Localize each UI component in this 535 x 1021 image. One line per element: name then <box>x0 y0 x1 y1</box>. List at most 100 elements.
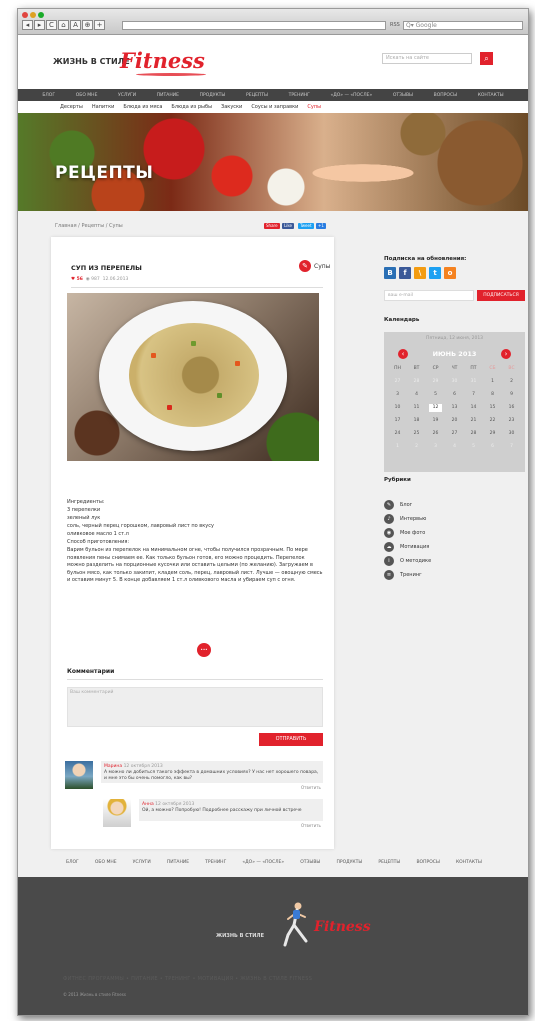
close-window-button[interactable] <box>22 12 28 18</box>
footer-logo-brand[interactable]: Fitness <box>314 919 371 935</box>
calendar-day[interactable]: 5 <box>464 443 483 451</box>
calendar-day[interactable]: 28 <box>464 430 483 438</box>
calendar-day[interactable]: 1 <box>483 378 502 386</box>
avatar[interactable] <box>65 761 93 789</box>
odnoklassniki-icon[interactable]: o <box>444 267 456 279</box>
main-nav-item[interactable]: ПРОДУКТЫ <box>200 93 226 98</box>
calendar-day[interactable]: 31 <box>464 378 483 386</box>
calendar-day[interactable]: 14 <box>464 404 483 412</box>
rubric-item[interactable]: ♪ Интервью <box>384 513 426 525</box>
calendar-day[interactable]: 22 <box>483 417 502 425</box>
footer-nav-item[interactable]: ВОПРОСЫ <box>416 860 439 865</box>
minimize-window-button[interactable] <box>30 12 36 18</box>
rss-icon[interactable]: \ <box>414 267 426 279</box>
rss-badge[interactable]: RSS <box>390 22 400 28</box>
calendar-day[interactable]: 4 <box>407 391 426 399</box>
calendar-day[interactable]: 1 <box>388 443 407 451</box>
avatar[interactable] <box>103 799 131 827</box>
address-bar[interactable] <box>122 21 386 30</box>
calendar-day[interactable]: 5 <box>426 391 445 399</box>
calendar-day[interactable]: 18 <box>407 417 426 425</box>
calendar-day[interactable]: 10 <box>388 404 407 412</box>
reload-button[interactable]: C <box>46 20 57 30</box>
search-button[interactable]: ⌕ <box>480 52 493 65</box>
calendar-day[interactable]: 11 <box>407 404 426 412</box>
twitter-icon[interactable]: t <box>429 267 441 279</box>
sub-nav-item[interactable]: Закуски <box>221 104 242 110</box>
calendar-day[interactable]: 27 <box>445 430 464 438</box>
footer-nav-item[interactable]: УСЛУГИ <box>133 860 151 865</box>
calendar-day[interactable]: 26 <box>426 430 445 438</box>
calendar-day[interactable]: 7 <box>502 443 521 451</box>
bookmark-button[interactable]: ⊕ <box>82 20 93 30</box>
footer-nav-item[interactable]: «ДО» — «ПОСЛЕ» <box>242 860 284 865</box>
reply-link[interactable]: Ответить <box>301 785 321 790</box>
footer-nav-item[interactable]: ПИТАНИЕ <box>167 860 189 865</box>
new-tab-button[interactable]: + <box>94 20 105 30</box>
comment-author[interactable]: Анна <box>142 802 154 807</box>
calendar-day[interactable]: 8 <box>483 391 502 399</box>
logo-text[interactable]: ЖИЗНЬ В СТИЛЕ <box>53 57 130 66</box>
recipe-category[interactable]: Супы <box>314 263 330 270</box>
footer-nav-item[interactable]: БЛОГ <box>66 860 79 865</box>
sub-nav-item[interactable]: Соусы и заправки <box>251 104 298 110</box>
calendar-day[interactable]: 12 <box>429 404 442 412</box>
calendar-day[interactable]: 28 <box>407 378 426 386</box>
rubric-item[interactable]: ☁ Мотивация <box>384 541 429 553</box>
calendar-day[interactable]: 29 <box>483 430 502 438</box>
calendar-day[interactable]: 16 <box>502 404 521 412</box>
calendar-day[interactable]: 2 <box>407 443 426 451</box>
calendar-day[interactable]: 30 <box>445 378 464 386</box>
vk-icon[interactable]: B <box>384 267 396 279</box>
calendar-day[interactable]: 2 <box>502 378 521 386</box>
footer-nav-item[interactable]: ПРОДУКТЫ <box>337 860 363 865</box>
sub-nav-item[interactable]: Блюда из мяса <box>123 104 162 110</box>
more-button[interactable]: ••• <box>197 643 211 657</box>
facebook-icon[interactable]: f <box>399 267 411 279</box>
like-button[interactable]: Like <box>282 223 294 229</box>
comment-textarea[interactable]: Ваш комментарий <box>67 687 323 727</box>
calendar-day[interactable]: 3 <box>388 391 407 399</box>
rubric-item[interactable]: ≡ Тренинг <box>384 569 422 581</box>
home-button[interactable]: ⌂ <box>58 20 69 30</box>
main-nav-item[interactable]: «ДО» — «ПОСЛЕ» <box>330 93 372 98</box>
calendar-day[interactable]: 7 <box>464 391 483 399</box>
calendar-day[interactable]: 3 <box>426 443 445 451</box>
rubric-item[interactable]: ◉ Мое фото <box>384 527 425 539</box>
calendar-day[interactable]: 25 <box>407 430 426 438</box>
plusone-button[interactable]: +1 <box>316 223 326 229</box>
calendar-day[interactable]: 17 <box>388 417 407 425</box>
calendar-day[interactable]: 24 <box>388 430 407 438</box>
footer-nav-item[interactable]: ОТЗЫВЫ <box>300 860 320 865</box>
share-button[interactable]: Share <box>264 223 280 229</box>
next-month-button[interactable]: › <box>501 349 511 359</box>
logo-brand[interactable]: Fitness <box>120 48 205 73</box>
calendar-day[interactable]: 29 <box>426 378 445 386</box>
calendar-day[interactable]: 4 <box>445 443 464 451</box>
main-nav-item[interactable]: РЕЦЕПТЫ <box>246 93 268 98</box>
footer-nav-item[interactable]: КОНТАКТЫ <box>456 860 482 865</box>
calendar-day[interactable]: 19 <box>426 417 445 425</box>
sub-nav-item[interactable]: Супы <box>307 104 321 110</box>
breadcrumb[interactable]: Главная / Рецепты / Супы <box>55 223 123 229</box>
sub-nav-item[interactable]: Блюда из рыбы <box>171 104 212 110</box>
comment-author[interactable]: Марина <box>104 764 122 769</box>
main-nav-item[interactable]: БЛОГ <box>42 93 55 98</box>
main-nav-item[interactable]: КОНТАКТЫ <box>478 93 504 98</box>
main-nav-item[interactable]: ОТЗЫВЫ <box>393 93 413 98</box>
main-nav-item[interactable]: ВОПРОСЫ <box>434 93 457 98</box>
footer-nav-item[interactable]: РЕЦЕПТЫ <box>378 860 400 865</box>
main-nav-item[interactable]: ОБО МНЕ <box>76 93 98 98</box>
main-nav-item[interactable]: УСЛУГИ <box>118 93 136 98</box>
main-nav-item[interactable]: ПИТАНИЕ <box>157 93 179 98</box>
email-field[interactable]: ваш e-mail <box>384 290 474 301</box>
footer-nav-item[interactable]: ОБО МНЕ <box>95 860 117 865</box>
calendar-day[interactable]: 6 <box>445 391 464 399</box>
footer-nav-item[interactable]: ТРЕНИНГ <box>205 860 226 865</box>
submit-comment-button[interactable]: ОТПРАВИТЬ <box>259 733 323 746</box>
calendar-day[interactable]: 27 <box>388 378 407 386</box>
calendar-day[interactable]: 15 <box>483 404 502 412</box>
rubric-item[interactable]: i О методике <box>384 555 431 567</box>
back-button[interactable]: ◂ <box>22 20 33 30</box>
sub-nav-item[interactable]: Напитки <box>92 104 115 110</box>
